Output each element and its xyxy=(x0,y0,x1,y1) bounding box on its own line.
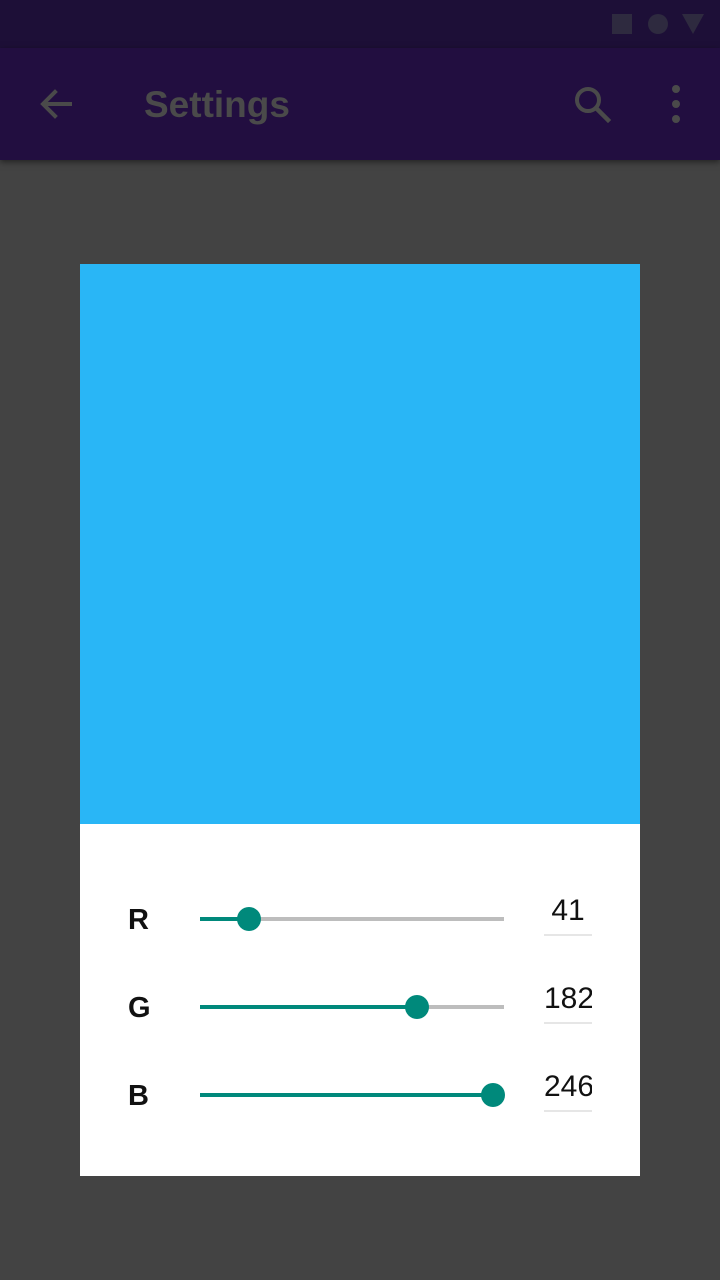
more-options-button[interactable] xyxy=(648,76,704,132)
triangle-icon xyxy=(682,14,704,34)
search-icon xyxy=(575,87,612,124)
square-icon xyxy=(612,14,632,34)
app-bar: Settings xyxy=(0,48,720,160)
slider-row-blue: B xyxy=(80,1064,640,1124)
blue-slider-thumb[interactable] xyxy=(481,1083,506,1107)
circle-icon xyxy=(648,14,668,34)
status-bar xyxy=(0,0,720,48)
page-title: Settings xyxy=(144,84,290,125)
channel-label: R xyxy=(128,904,149,936)
color-picker-card: R G B xyxy=(80,264,640,1176)
channel-label: B xyxy=(128,1080,149,1112)
green-slider-fill xyxy=(200,1005,417,1009)
channel-label: G xyxy=(128,992,151,1024)
blue-slider-track[interactable] xyxy=(200,1093,504,1097)
blue-slider-fill xyxy=(200,1093,494,1097)
color-preview xyxy=(80,264,640,824)
back-button[interactable] xyxy=(28,76,84,132)
green-value-input[interactable] xyxy=(544,976,592,1024)
search-button[interactable] xyxy=(564,76,620,132)
arrow-back-icon xyxy=(40,89,72,119)
slider-row-red: R xyxy=(80,888,640,948)
slider-row-green: G xyxy=(80,976,640,1036)
green-slider-thumb[interactable] xyxy=(404,995,429,1019)
blue-value-input[interactable] xyxy=(544,1064,592,1112)
green-slider-track[interactable] xyxy=(200,1005,504,1009)
more-vert-icon xyxy=(672,85,680,123)
red-slider-thumb[interactable] xyxy=(236,907,261,931)
red-value-input[interactable] xyxy=(544,888,592,936)
